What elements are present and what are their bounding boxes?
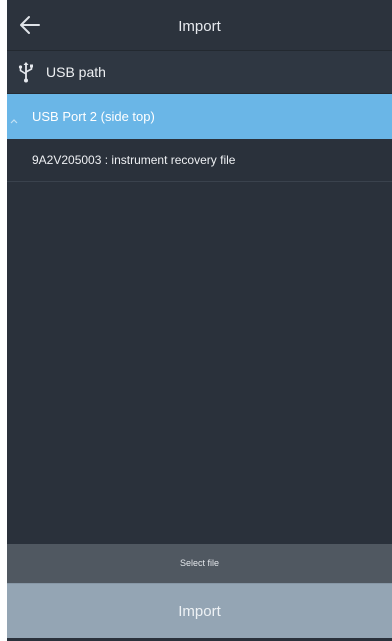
import-button-label: Import	[178, 603, 221, 620]
import-screen: Import USB path USB Port 2 (side top) 9A…	[7, 0, 392, 641]
page-title: Import	[178, 18, 221, 35]
usb-icon	[17, 61, 35, 83]
usb-path-label: USB path	[46, 64, 106, 80]
usb-path-row: USB path	[7, 51, 392, 94]
back-button[interactable]	[17, 12, 43, 38]
usb-port-label: USB Port 2 (side top)	[32, 109, 155, 124]
file-label: 9A2V205003 : instrument recovery file	[32, 153, 236, 167]
usb-port-item[interactable]: USB Port 2 (side top)	[7, 94, 392, 139]
import-button[interactable]: Import	[7, 583, 392, 639]
file-list-item[interactable]: 9A2V205003 : instrument recovery file	[7, 139, 392, 182]
collapse-caret-icon	[10, 112, 18, 124]
file-list-empty-area	[7, 182, 392, 544]
select-file-bar: Select file	[7, 544, 392, 583]
header-bar: Import	[7, 0, 392, 51]
arrow-left-icon	[20, 16, 40, 34]
select-file-label: Select file	[179, 558, 220, 568]
